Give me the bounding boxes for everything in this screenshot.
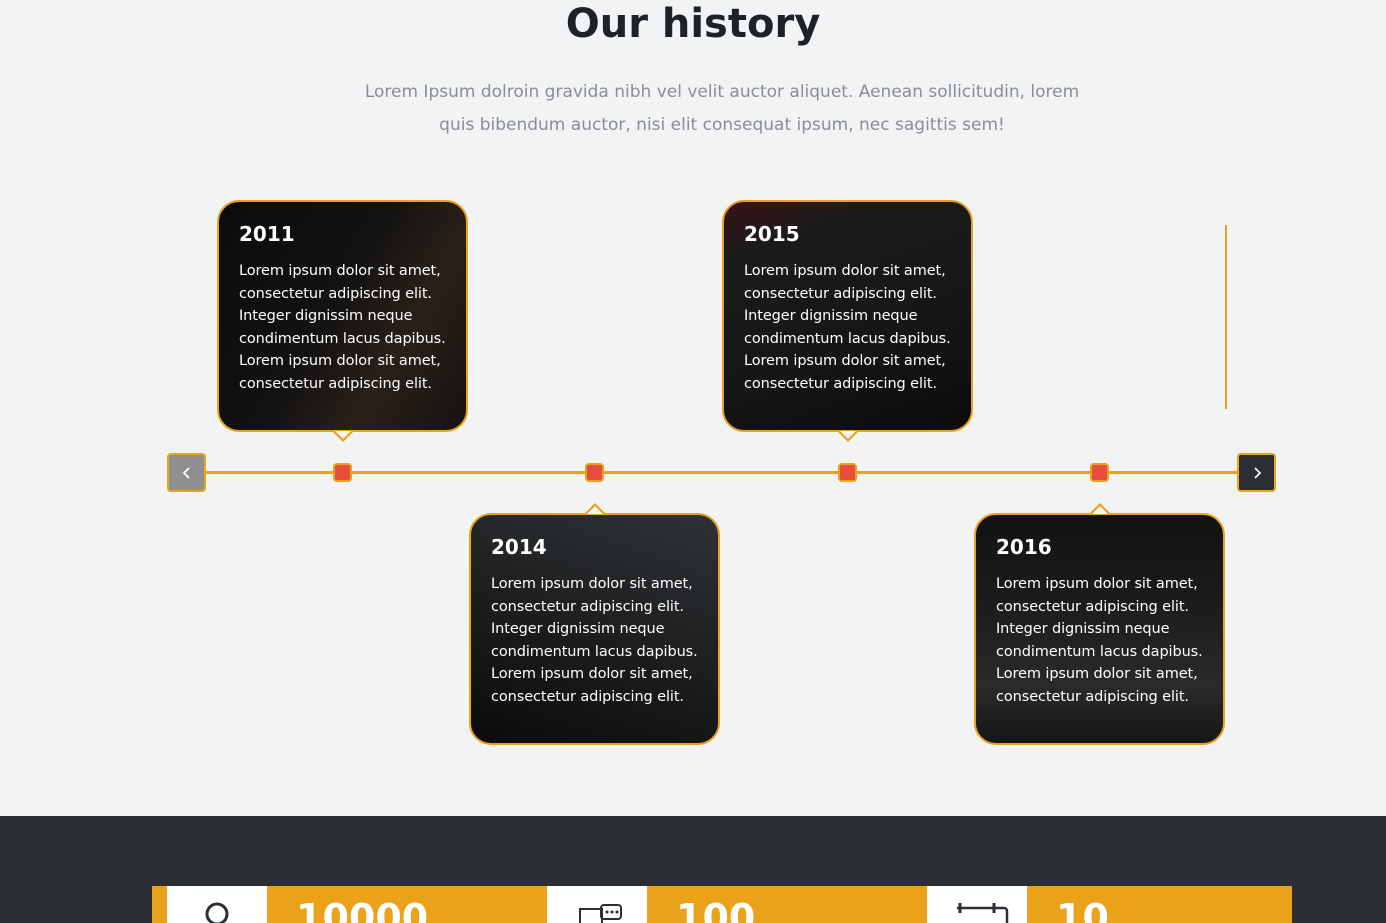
card-pointer <box>1090 503 1110 514</box>
timeline-next-button[interactable] <box>1237 453 1276 492</box>
card-text: Lorem ipsum dolor sit amet, consectetur … <box>744 263 951 392</box>
subtitle-line-1: Lorem Ipsum dolroin gravida nibh vel vel… <box>364 82 1080 102</box>
card-pointer <box>585 503 605 514</box>
team-icon <box>579 904 622 923</box>
stat-icon-box <box>927 886 1027 923</box>
timeline-line <box>205 471 1240 474</box>
chevron-left-icon <box>182 466 190 479</box>
stat-icon-box <box>167 886 267 923</box>
card-text: Lorem ipsum dolor sit amet, consectetur … <box>239 263 446 392</box>
card-year: 2014 <box>491 535 547 559</box>
section-subtitle: Lorem Ipsum dolroin gravida nibh vel vel… <box>363 76 1081 142</box>
stat-number: 10 <box>1056 896 1109 923</box>
card-text: Lorem ipsum dolor sit amet, consectetur … <box>996 576 1203 705</box>
card-pointer <box>838 431 858 442</box>
timeline-prev-button[interactable] <box>167 453 206 492</box>
chevron-right-icon <box>1253 466 1261 479</box>
search-icon <box>205 902 229 923</box>
timeline-dot-2014[interactable] <box>585 463 604 482</box>
stat-number: 100 <box>676 896 756 923</box>
card-year: 2015 <box>744 222 800 246</box>
calendar-icon <box>957 903 1009 923</box>
timeline-dot-2011[interactable] <box>333 463 352 482</box>
card-year: 2011 <box>239 222 295 246</box>
timeline-card-2011: 2011 Lorem ipsum dolor sit amet, consect… <box>217 200 468 432</box>
timeline-card-2014: 2014 Lorem ipsum dolor sit amet, consect… <box>469 513 720 745</box>
timeline-dot-2016[interactable] <box>1090 463 1109 482</box>
timeline-card-2015: 2015 Lorem ipsum dolor sit amet, consect… <box>722 200 973 432</box>
card-pointer <box>333 431 353 442</box>
next-card-edge <box>1225 225 1227 409</box>
subtitle-line-2: quis bibendum auctor, nisi elit consequa… <box>439 115 1005 135</box>
card-year: 2016 <box>996 535 1052 559</box>
stat-icon-box <box>547 886 647 923</box>
card-text: Lorem ipsum dolor sit amet, consectetur … <box>491 576 698 705</box>
stat-number: 10000 <box>296 896 429 923</box>
timeline-dot-2015[interactable] <box>838 463 857 482</box>
section-title: Our history <box>565 1 821 47</box>
timeline-card-2016: 2016 Lorem ipsum dolor sit amet, consect… <box>974 513 1225 745</box>
